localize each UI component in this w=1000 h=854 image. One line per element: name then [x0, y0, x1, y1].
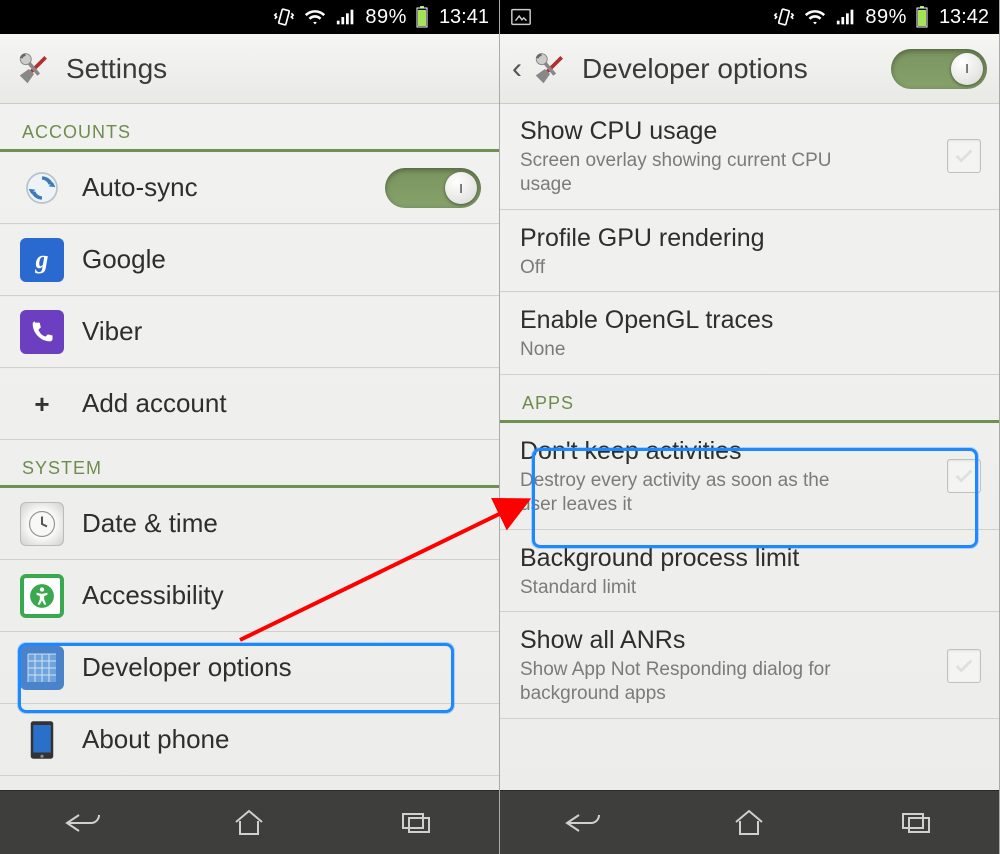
dka-sub: Destroy every activity as soon as the us…	[520, 469, 850, 517]
back-icon[interactable]: ‹	[512, 52, 522, 86]
devoptions-label: Developer options	[82, 652, 481, 683]
phone-icon	[20, 718, 64, 762]
battery-percent: 89%	[365, 6, 407, 29]
page-title: Settings	[66, 53, 167, 85]
row-opengl-traces[interactable]: Enable OpenGL traces None	[500, 292, 999, 375]
gl-sub: None	[520, 338, 850, 362]
section-apps: APPS	[500, 375, 999, 423]
row-profile-gpu[interactable]: Profile GPU rendering Off	[500, 210, 999, 293]
row-autosync[interactable]: Auto-sync I	[0, 152, 499, 224]
battery-icon	[415, 6, 429, 28]
battery-icon	[915, 6, 929, 28]
status-bar: 89% 13:42	[500, 0, 999, 34]
battery-percent: 89%	[865, 6, 907, 29]
gl-title: Enable OpenGL traces	[520, 305, 981, 335]
gpu-title: Profile GPU rendering	[520, 223, 981, 253]
developer-icon	[20, 646, 64, 690]
row-show-anrs[interactable]: Show all ANRs Show App Not Responding di…	[500, 612, 999, 719]
nav-back[interactable]	[548, 803, 618, 843]
settings-icon[interactable]	[528, 47, 572, 91]
bpl-sub: Standard limit	[520, 576, 850, 600]
plus-icon: +	[20, 382, 64, 426]
anr-sub: Show App Not Responding dialog for backg…	[520, 658, 850, 706]
row-show-cpu[interactable]: Show CPU usage Screen overlay showing cu…	[500, 104, 999, 210]
anr-title: Show all ANRs	[520, 625, 929, 655]
cpu-checkbox[interactable]	[947, 139, 981, 173]
devoptions-master-toggle[interactable]: I	[891, 49, 987, 89]
row-about-phone[interactable]: About phone	[0, 704, 499, 776]
row-datetime[interactable]: Date & time	[0, 488, 499, 560]
nav-recent[interactable]	[881, 803, 951, 843]
cpu-title: Show CPU usage	[520, 116, 929, 146]
nav-home[interactable]	[214, 803, 284, 843]
row-developer-options[interactable]: Developer options	[0, 632, 499, 704]
anr-checkbox[interactable]	[947, 649, 981, 683]
row-bg-process-limit[interactable]: Background process limit Standard limit	[500, 530, 999, 613]
status-clock: 13:42	[939, 6, 989, 29]
autosync-toggle[interactable]: I	[385, 168, 481, 208]
signal-icon	[835, 6, 857, 28]
settings-list[interactable]: ACCOUNTS Auto-sync I g Google Viber +	[0, 104, 499, 790]
nav-recent[interactable]	[381, 803, 451, 843]
nav-home[interactable]	[714, 803, 784, 843]
dka-title: Don't keep activities	[520, 436, 929, 466]
nav-back[interactable]	[48, 803, 118, 843]
vibrate-icon	[273, 6, 295, 28]
nav-bar	[0, 790, 499, 854]
nav-bar	[500, 790, 999, 854]
row-google[interactable]: g Google	[0, 224, 499, 296]
autosync-label: Auto-sync	[82, 172, 367, 203]
status-clock: 13:41	[439, 6, 489, 29]
accessibility-icon	[20, 574, 64, 618]
settings-screen: 89% 13:41 Settings ACCOUNTS Auto-sync I	[0, 0, 500, 854]
datetime-label: Date & time	[82, 508, 481, 539]
viber-label: Viber	[82, 316, 481, 347]
section-system: SYSTEM	[0, 440, 499, 488]
page-title: Developer options	[582, 53, 808, 85]
google-label: Google	[82, 244, 481, 275]
developer-options-screen: 89% 13:42 ‹ Developer options I Show CPU…	[500, 0, 1000, 854]
row-accessibility[interactable]: Accessibility	[0, 560, 499, 632]
cpu-sub: Screen overlay showing current CPU usage	[520, 149, 850, 197]
wifi-icon	[803, 6, 827, 28]
viber-icon	[20, 310, 64, 354]
clock-icon	[20, 502, 64, 546]
gpu-sub: Off	[520, 256, 850, 280]
accessibility-label: Accessibility	[82, 580, 481, 611]
row-viber[interactable]: Viber	[0, 296, 499, 368]
status-bar: 89% 13:41	[0, 0, 499, 34]
wifi-icon	[303, 6, 327, 28]
settings-icon	[12, 47, 56, 91]
row-dont-keep-activities[interactable]: Don't keep activities Destroy every acti…	[500, 423, 999, 530]
action-bar: ‹ Developer options I	[500, 34, 999, 104]
sync-icon	[20, 166, 64, 210]
section-accounts: ACCOUNTS	[0, 104, 499, 152]
devoptions-list[interactable]: Show CPU usage Screen overlay showing cu…	[500, 104, 999, 790]
bpl-title: Background process limit	[520, 543, 981, 573]
vibrate-icon	[773, 6, 795, 28]
about-label: About phone	[82, 724, 481, 755]
google-icon: g	[20, 238, 64, 282]
signal-icon	[335, 6, 357, 28]
dka-checkbox[interactable]	[947, 459, 981, 493]
screenshot-icon	[510, 7, 532, 27]
add-account-label: Add account	[82, 388, 481, 419]
row-add-account[interactable]: + Add account	[0, 368, 499, 440]
action-bar: Settings	[0, 34, 499, 104]
